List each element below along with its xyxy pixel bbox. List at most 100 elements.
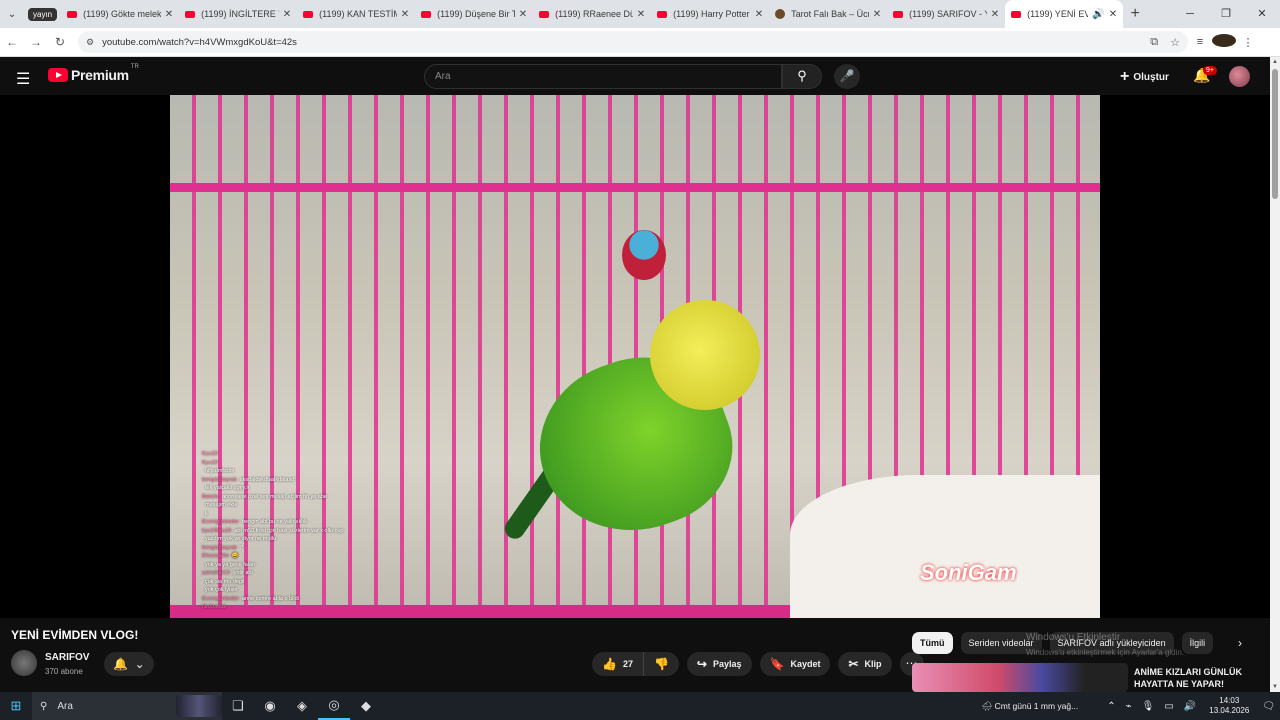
subscribed-button[interactable]: 🔔 ⌄: [104, 652, 154, 676]
close-tab-icon[interactable]: ✕: [401, 9, 409, 20]
chevron-right-icon[interactable]: ›: [1238, 636, 1242, 650]
discord-icon[interactable]: ◈: [286, 698, 318, 714]
browser-menu-icon[interactable]: ⋮: [1236, 36, 1260, 49]
video-frame[interactable]: SoniGam Kyu10 Kyu10 hifjsdmfsdm bengünbayra…: [170, 95, 1100, 618]
volume-icon[interactable]: 🔊: [1184, 701, 1196, 712]
close-tab-icon[interactable]: ✕: [283, 9, 291, 20]
share-button[interactable]: ↪ Paylaş: [686, 652, 752, 676]
tab-4[interactable]: (1199) RRaenee Düş ✕: [533, 0, 651, 28]
close-tab-icon[interactable]: ✕: [165, 9, 173, 20]
taskbar-search[interactable]: ⚲ Ara: [32, 692, 222, 720]
close-tab-icon[interactable]: ✕: [637, 9, 645, 20]
microphone-icon[interactable]: 🎤: [834, 64, 860, 89]
search-highlight-image: [176, 695, 222, 717]
tab-search-button[interactable]: ⌄: [0, 0, 24, 28]
youtube-icon: [303, 10, 314, 18]
tarot-icon: [775, 9, 786, 19]
chip-all[interactable]: Tümü: [912, 632, 953, 654]
chevron-up-icon[interactable]: ⌃: [1107, 701, 1115, 712]
new-tab-button[interactable]: +: [1123, 5, 1147, 23]
notification-badge: 9+: [1203, 66, 1217, 75]
tab-5[interactable]: (1199) Harry Potter ✕: [651, 0, 769, 28]
scroll-down-icon[interactable]: ▼: [1272, 684, 1278, 690]
tab-3[interactable]: (1199) Düşene Bir Te ✕: [415, 0, 533, 28]
dislike-button[interactable]: 👎: [643, 652, 679, 676]
chip-related[interactable]: İlgili: [1181, 632, 1214, 654]
close-tab-icon[interactable]: ✕: [991, 9, 999, 20]
scroll-up-icon[interactable]: ▲: [1272, 59, 1278, 65]
back-icon[interactable]: ←: [0, 35, 24, 49]
recommended-thumbnail[interactable]: [912, 663, 1128, 692]
site-info-icon[interactable]: ⚙: [86, 37, 94, 48]
close-window-icon[interactable]: ✕: [1244, 0, 1280, 28]
tab-7[interactable]: (1199) SARIFOV - Yo ✕: [887, 0, 1005, 28]
youtube-icon: [185, 10, 196, 18]
youtube-header: ☰ Premium TR Ara ⚲ 🎤 + Oluştur 🔔 9+: [0, 57, 1270, 95]
chat-text: abonelere özel ses mesajı açilim fin ya …: [222, 493, 327, 500]
page-scrollbar[interactable]: ▲ ▼: [1270, 57, 1280, 692]
network-icon[interactable]: ⌁: [1126, 701, 1132, 712]
reload-icon[interactable]: ↻: [48, 35, 72, 49]
address-bar-row: ← → ↻ ⚙ youtube.com/watch?v=h4VWmxgdKoU&…: [0, 28, 1280, 57]
chat-username: Ecemgunkeder: [202, 595, 239, 602]
youtube-icon: [67, 10, 78, 18]
chat-text: yazdım yok ve diyor ne mutlu: [205, 536, 277, 542]
speaker-icon[interactable]: 🔊: [1092, 9, 1104, 20]
like-button[interactable]: 👍 27: [592, 652, 644, 676]
chat-text: bengin abi bu ne yakışıklık: [242, 519, 307, 525]
tab-6[interactable]: Tarot Falı Bak – Ücre ✕: [769, 0, 887, 28]
search-icon[interactable]: ⚲: [782, 64, 822, 89]
close-tab-icon[interactable]: ✕: [519, 9, 527, 20]
obs-icon[interactable]: ◉: [254, 698, 286, 714]
chat-text: abi rn50 fotsi için bazı sözlerim var x …: [234, 527, 344, 534]
weather-widget[interactable]: 🌧 Cmt günü 1 mm yağ...: [981, 701, 1078, 712]
recommended-title[interactable]: ANİME KIZLARI GÜNLÜK HAYATTA NE YAPAR!: [1134, 666, 1254, 690]
bookmark-star-icon[interactable]: ☆: [1170, 36, 1180, 49]
minimize-icon[interactable]: ─: [1172, 0, 1208, 28]
app-icon[interactable]: ◆: [350, 698, 382, 714]
close-tab-icon[interactable]: ✕: [873, 9, 881, 20]
forward-icon[interactable]: →: [24, 35, 48, 49]
search-input[interactable]: Ara: [424, 64, 782, 89]
video-watermark: SoniGam: [920, 560, 1017, 585]
url-field[interactable]: ⚙ youtube.com/watch?v=h4VWmxgdKoU&t=42s …: [78, 31, 1188, 53]
account-avatar[interactable]: [1229, 66, 1250, 87]
windows-start-icon[interactable]: ⊞: [0, 698, 32, 714]
chat-message: bengünbayrak:*: [202, 544, 402, 553]
close-tab-icon[interactable]: ✕: [1109, 9, 1117, 20]
recommended-video[interactable]: ANİME KIZLARI GÜNLÜK HAYATTA NE YAPAR!: [912, 663, 1270, 692]
youtube-logo[interactable]: Premium TR: [48, 64, 139, 83]
tab-0[interactable]: (1199) Gökte melek ✕: [61, 0, 179, 28]
maximize-icon[interactable]: ❐: [1208, 0, 1244, 28]
tab-8-active[interactable]: (1199) YENİ EVİ 🔊 ✕: [1005, 0, 1124, 28]
tab-2[interactable]: (1199) KAN TESTİM ✕: [297, 0, 415, 28]
mic-icon[interactable]: 🎙: [1142, 701, 1155, 712]
tab-group-chip[interactable]: yayın: [28, 7, 58, 21]
save-button[interactable]: 🔖 Kaydet: [759, 652, 831, 676]
install-app-icon[interactable]: ⧉: [1150, 36, 1158, 49]
chrome-icon[interactable]: ◎: [318, 692, 350, 720]
create-button[interactable]: + Oluştur: [1120, 68, 1169, 86]
chat-message: çok sia mu degil: [202, 578, 402, 587]
display-icon[interactable]: ▭: [1164, 701, 1173, 712]
chat-message: Ecemgunkeder anne cemre abla o bildi: [202, 595, 402, 604]
clock[interactable]: 14:03 13.04.2026: [1209, 696, 1249, 716]
chevron-down-icon: ⌄: [134, 657, 145, 671]
profile-icon[interactable]: [1212, 34, 1236, 50]
close-tab-icon[interactable]: ✕: [755, 9, 763, 20]
task-view-icon[interactable]: ❏: [222, 698, 254, 714]
chat-message: Kyu10: [202, 450, 402, 459]
channel-avatar[interactable]: [11, 650, 37, 676]
scrollbar-thumb[interactable]: [1272, 69, 1278, 199]
chat-username: Ehsunjalim: [202, 553, 229, 559]
notification-center-icon[interactable]: 🗨: [1262, 701, 1275, 712]
clip-button[interactable]: ✂ Klip: [838, 652, 892, 676]
chat-text: 😄: [231, 553, 239, 559]
video-player[interactable]: SoniGam Kyu10 Kyu10 hifjsdmfsdm bengünbayra…: [0, 95, 1270, 618]
share-icon: ↪: [696, 657, 707, 671]
channel-name[interactable]: SARIFOV: [45, 652, 89, 663]
menu-icon[interactable]: ☰: [16, 69, 30, 89]
bird-toy-image: [622, 230, 666, 280]
tab-1[interactable]: (1199) İNGİLTERE VL✕: [179, 0, 297, 28]
reading-list-icon[interactable]: ≡: [1188, 36, 1212, 48]
